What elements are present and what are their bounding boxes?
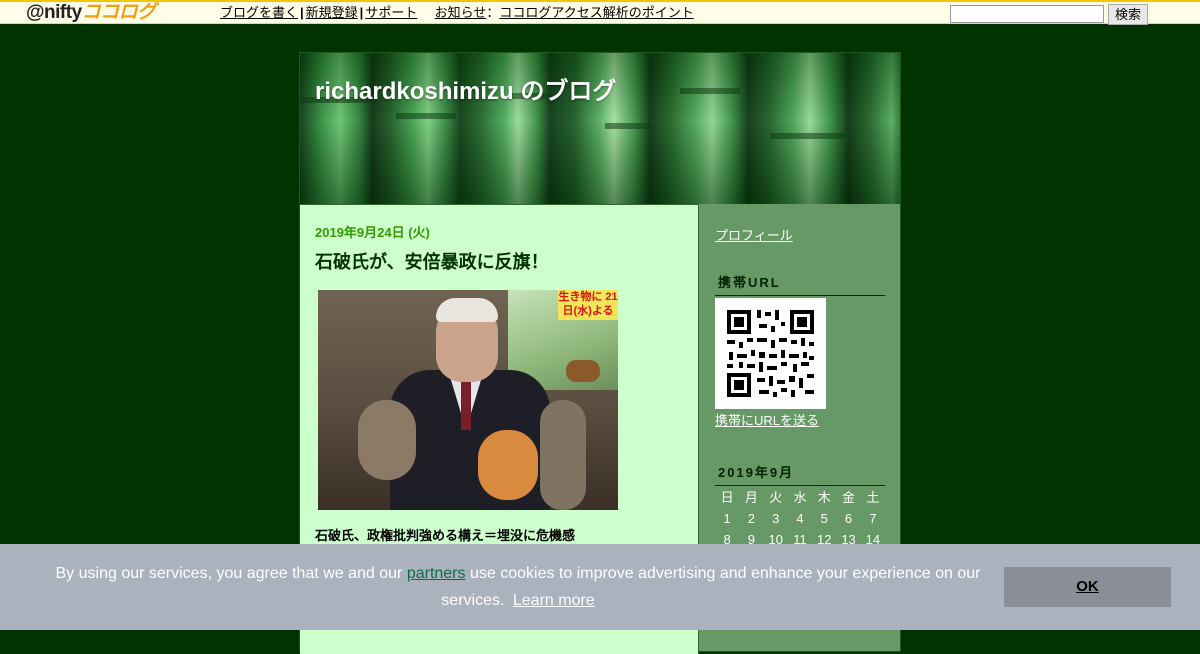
profile-link[interactable]: プロフィール <box>715 225 793 244</box>
photo-bowl <box>566 360 600 382</box>
calendar-day: 6 <box>844 511 853 526</box>
nifty-cocolog-logo[interactable]: @niftyココログ <box>26 3 156 23</box>
bamboo-node <box>396 113 456 119</box>
nav-write-blog[interactable]: ブログを書く <box>220 5 298 20</box>
bamboo-node <box>605 123 650 129</box>
post-photo[interactable]: 生き物に 21日(水)よる <box>318 290 618 510</box>
qr-code-icon <box>715 298 826 409</box>
banner-bamboo-image: richardkoshimizu のブログ <box>300 53 900 204</box>
calendar-weekday: 金 <box>842 490 856 505</box>
calendar-day: 5 <box>820 511 828 526</box>
photo-person-hair <box>436 298 498 322</box>
post-subtitle: 石破氏、政権批判強める構え＝埋没に危機感 <box>315 528 576 543</box>
nav-support[interactable]: サポート <box>365 5 417 20</box>
logo-suffix: ココログ <box>81 2 157 23</box>
top-bar: @niftyココログ ブログを書く | 新規登録 | サポート お知らせ：ココログアクセ… <box>0 0 1200 25</box>
qr-code-graphic <box>727 310 814 397</box>
top-nav: ブログを書く | 新規登録 | サポート お知らせ：ココログアクセス解析のポイント <box>220 4 694 21</box>
photo-cat <box>358 400 416 480</box>
nav-separator: | <box>300 5 304 20</box>
calendar-day: 4 <box>796 511 804 526</box>
calendar-weekday: 土 <box>866 490 880 505</box>
cookie-ok-button[interactable]: OK <box>1004 567 1171 607</box>
mobile-url-heading: 携帯URL <box>715 272 885 296</box>
photo-cat <box>540 400 586 510</box>
search-input[interactable] <box>950 5 1104 23</box>
nav-news-access-analysis[interactable]: ココログアクセス解析のポイント <box>499 5 693 20</box>
search-button[interactable]: 検索 <box>1108 4 1148 25</box>
photo-cat <box>478 430 538 500</box>
bamboo-node <box>770 133 845 139</box>
send-url-to-mobile-link[interactable]: 携帯にURLを送る <box>715 410 819 429</box>
calendar: 日 月 火 水 木 金 土 1 2 3 4 5 6 7 8 9 10 11 12… <box>715 487 885 550</box>
post-date: 2019年9月24日 (火) <box>315 225 430 240</box>
bamboo-node <box>680 88 740 94</box>
cookie-text-before: By using our services, you agree that we… <box>55 565 403 582</box>
calendar-heading: 2019年9月 <box>715 462 885 486</box>
nav-register[interactable]: 新規登録 <box>306 5 358 20</box>
calendar-weekday-row: 日 月 火 水 木 金 土 <box>715 487 885 508</box>
calendar-weekday: 火 <box>769 490 783 505</box>
calendar-weekday: 木 <box>817 490 831 505</box>
cookie-learn-more-link[interactable]: Learn more <box>509 592 595 609</box>
calendar-day: 2 <box>747 511 756 526</box>
cookie-partners-link[interactable]: partners <box>407 565 466 582</box>
photo-person-tie <box>461 380 471 430</box>
logo-prefix: @nifty <box>26 2 82 23</box>
cookie-message: By using our services, you agree that we… <box>40 560 996 614</box>
photo-tv-caption: 生き物に 21日(水)よる <box>558 290 618 320</box>
calendar-weekday: 水 <box>793 490 807 505</box>
calendar-day: 7 <box>869 511 877 526</box>
nav-news[interactable]: お知らせ <box>435 5 487 20</box>
cookie-consent-banner: By using our services, you agree that we… <box>0 544 1200 630</box>
calendar-week-row: 1 2 3 4 5 6 7 <box>715 508 885 529</box>
news-colon: ： <box>486 5 500 20</box>
calendar-weekday: 月 <box>744 490 758 505</box>
blog-title[interactable]: richardkoshimizu のブログ <box>315 71 616 106</box>
post-title[interactable]: 石破氏が、安倍暴政に反旗！ <box>315 248 549 274</box>
calendar-day: 3 <box>772 511 780 526</box>
calendar-day: 1 <box>723 511 731 526</box>
calendar-weekday: 日 <box>720 490 734 505</box>
